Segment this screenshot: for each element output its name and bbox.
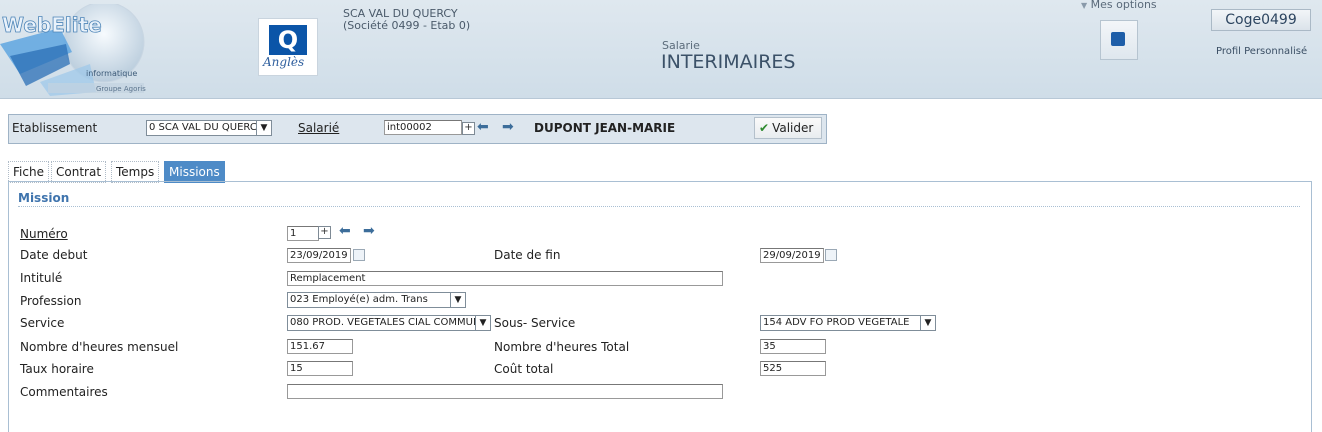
etablissement-label: Etablissement bbox=[12, 121, 98, 135]
taux-horaire-input[interactable]: 15 bbox=[287, 361, 353, 376]
profession-select[interactable]: 023 Employé(e) adm. Trans ▼ bbox=[287, 292, 466, 308]
company-etab: (Société 0499 - Etab 0) bbox=[343, 19, 471, 32]
client-logo-q: Q bbox=[269, 25, 307, 55]
tab-fiche[interactable]: Fiche bbox=[8, 161, 49, 183]
employee-name: DUPONT JEAN-MARIE bbox=[534, 121, 676, 135]
etablissement-select[interactable]: 0 SCA VAL DU QUERCY ▼ bbox=[146, 120, 272, 136]
chevron-down-icon: ▼ bbox=[450, 293, 465, 307]
checkmark-icon: ✔ bbox=[759, 121, 770, 135]
etablissement-value: 0 SCA VAL DU QUERCY bbox=[149, 122, 263, 133]
tab-temps[interactable]: Temps bbox=[111, 161, 160, 183]
chevron-down-icon: ▼ bbox=[920, 316, 935, 330]
settings-icon bbox=[1111, 32, 1125, 46]
salarie-plus-button[interactable]: + bbox=[462, 122, 475, 135]
commentaires-input[interactable] bbox=[287, 384, 723, 399]
logo-sub2: Groupe Agoris bbox=[96, 85, 146, 93]
heures-mensuel-input[interactable]: 151.67 bbox=[287, 339, 353, 354]
profession-label: Profession bbox=[20, 294, 82, 308]
section-divider bbox=[18, 206, 1300, 207]
date-debut-input[interactable]: 23/09/2019 bbox=[287, 248, 351, 263]
numero-link[interactable]: Numéro bbox=[20, 227, 68, 241]
chevron-down-icon: ▼ bbox=[475, 316, 490, 330]
chevron-down-icon: ▼ bbox=[256, 121, 271, 135]
sous-service-select[interactable]: 154 ADV FO PROD VEGETALE ▼ bbox=[760, 315, 936, 331]
logo-text: WebElite bbox=[2, 13, 102, 37]
profession-value: 023 Employé(e) adm. Trans bbox=[290, 294, 428, 305]
mes-options-label: Mes options bbox=[1090, 0, 1157, 11]
page-title: INTERIMAIRES bbox=[661, 51, 796, 73]
mission-next-arrow-icon[interactable]: ➡ bbox=[363, 224, 375, 238]
next-arrow-icon[interactable]: ➡ bbox=[502, 120, 514, 134]
company-info: SCA VAL DU QUERCY (Société 0499 - Etab 0… bbox=[343, 8, 470, 32]
client-logo-signature: Anglès bbox=[263, 55, 305, 69]
mes-options-menu[interactable]: ▼ Mes options bbox=[1081, 0, 1157, 11]
tab-missions[interactable]: Missions bbox=[164, 161, 225, 183]
cout-total-input[interactable]: 525 bbox=[760, 361, 826, 376]
numero-input[interactable]: 1 bbox=[287, 226, 319, 241]
cout-total-label: Coût total bbox=[494, 362, 554, 376]
intitule-label: Intitulé bbox=[20, 271, 63, 285]
salarie-link[interactable]: Salarié bbox=[298, 121, 339, 135]
client-logo: Q Anglès bbox=[258, 18, 318, 76]
previous-arrow-icon[interactable]: ⬅ bbox=[477, 120, 489, 134]
date-fin-input[interactable]: 29/09/2019 bbox=[760, 248, 824, 263]
service-select[interactable]: 080 PROD. VEGETALES CIAL COMMUN ▼ bbox=[287, 315, 491, 331]
heures-total-label: Nombre d'heures Total bbox=[494, 340, 630, 354]
numero-plus-button[interactable]: + bbox=[318, 226, 331, 239]
section-title-mission: Mission bbox=[18, 191, 70, 205]
valider-label: Valider bbox=[772, 121, 814, 135]
app-header: WebElite informatique Groupe Agoris Q An… bbox=[0, 0, 1322, 99]
sous-service-label: Sous- Service bbox=[494, 316, 576, 330]
taux-horaire-label: Taux horaire bbox=[20, 362, 94, 376]
heures-mensuel-label: Nombre d'heures mensuel bbox=[20, 340, 179, 354]
logo-sub1: informatique bbox=[86, 69, 137, 78]
valider-button[interactable]: ✔ Valider bbox=[754, 117, 822, 139]
triangle-down-icon: ▼ bbox=[1081, 1, 1088, 10]
service-value: 080 PROD. VEGETALES CIAL COMMUN bbox=[290, 317, 481, 328]
service-label: Service bbox=[20, 316, 65, 330]
tab-contrat[interactable]: Contrat bbox=[51, 161, 107, 183]
date-debut-label: Date debut bbox=[20, 248, 88, 262]
commentaires-label: Commentaires bbox=[20, 385, 108, 399]
sous-service-value: 154 ADV FO PROD VEGETALE bbox=[763, 317, 910, 328]
salarie-input[interactable]: int00002 bbox=[384, 120, 462, 135]
options-button[interactable] bbox=[1100, 20, 1138, 60]
calendar-icon[interactable] bbox=[353, 249, 365, 261]
calendar-icon[interactable] bbox=[825, 249, 837, 261]
heures-total-input[interactable]: 35 bbox=[760, 339, 826, 354]
webelite-logo: WebElite informatique Groupe Agoris bbox=[0, 4, 146, 96]
mission-previous-arrow-icon[interactable]: ⬅ bbox=[339, 224, 351, 238]
date-fin-label: Date de fin bbox=[494, 248, 561, 262]
intitule-input[interactable]: Remplacement bbox=[287, 271, 723, 286]
user-button[interactable]: Coge0499 bbox=[1211, 9, 1311, 31]
profile-label: Profil Personnalisé bbox=[1216, 46, 1308, 57]
